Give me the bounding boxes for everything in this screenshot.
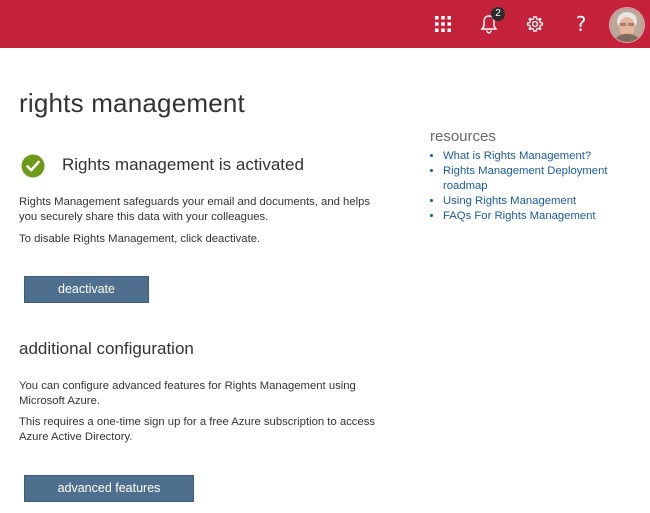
- avatar[interactable]: [609, 7, 645, 43]
- help-icon[interactable]: ?: [561, 0, 601, 48]
- notifications-button[interactable]: 2: [469, 0, 509, 48]
- disable-hint: To disable Rights Management, click deac…: [19, 233, 261, 245]
- notification-badge: 2: [491, 7, 505, 21]
- activation-status: Rights management is activated: [62, 155, 304, 174]
- additional-text-1: You can configure advanced features for …: [19, 380, 356, 407]
- additional-text-2: This requires a one-time sign up for a f…: [19, 416, 376, 443]
- page-title: rights management: [19, 88, 245, 118]
- list-item: Rights Management Deployment roadmap: [443, 164, 643, 194]
- resource-link-deployment-roadmap[interactable]: Rights Management Deployment roadmap: [443, 165, 608, 192]
- list-item: What is Rights Management?: [443, 149, 643, 164]
- resource-link-what-is[interactable]: What is Rights Management?: [443, 150, 591, 162]
- deactivate-button[interactable]: deactivate: [24, 276, 149, 303]
- description-text: Rights Management safeguards your email …: [19, 196, 371, 223]
- advanced-features-button[interactable]: advanced features: [24, 475, 194, 502]
- gear-icon[interactable]: [515, 0, 555, 48]
- app-launcher-icon[interactable]: [423, 0, 463, 48]
- resource-link-faqs[interactable]: FAQs For Rights Management: [443, 210, 596, 222]
- list-item: Using Rights Management: [443, 194, 643, 209]
- list-item: FAQs For Rights Management: [443, 209, 643, 224]
- resources-title: resources: [430, 128, 496, 145]
- resource-link-using[interactable]: Using Rights Management: [443, 195, 576, 207]
- section-title-additional: additional configuration: [19, 339, 194, 358]
- resources-list: What is Rights Management? Rights Manage…: [430, 149, 643, 224]
- top-bar: 2 ?: [0, 0, 650, 48]
- checkmark-icon: [21, 154, 45, 178]
